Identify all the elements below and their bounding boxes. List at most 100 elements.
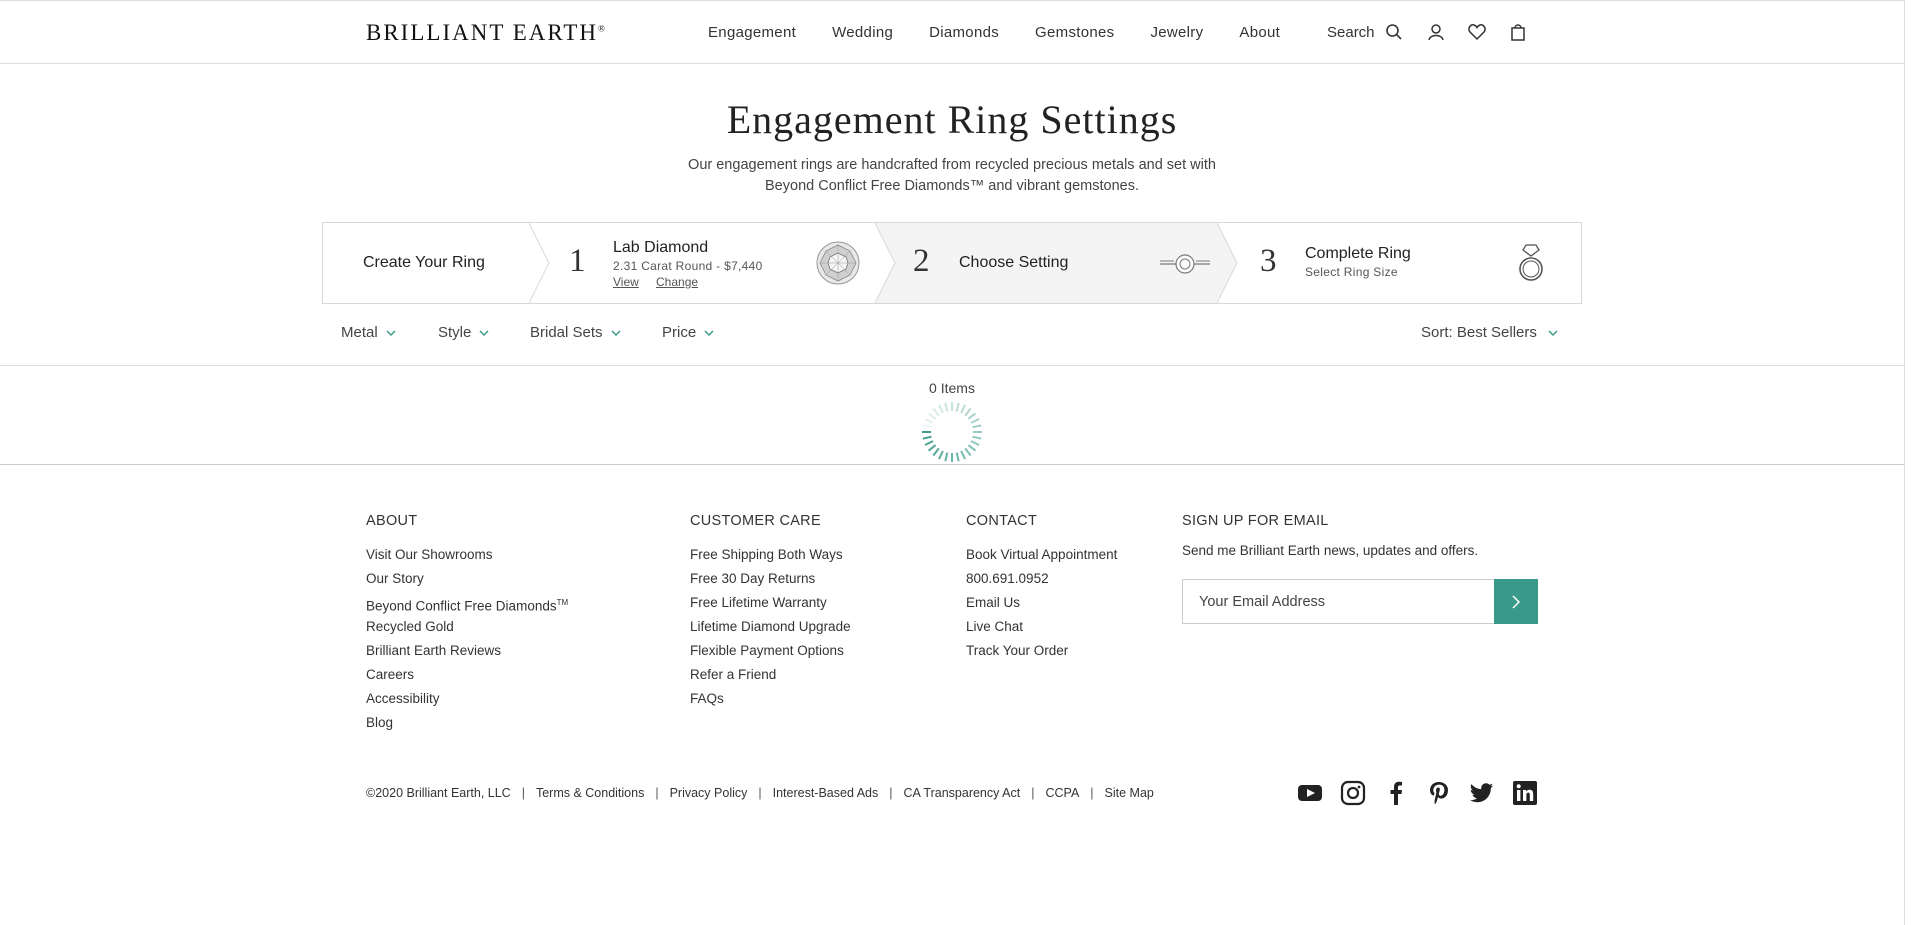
footer-link-returns[interactable]: Free 30 Day Returns xyxy=(690,567,851,591)
loading-spinner-icon xyxy=(922,402,982,462)
footer-link-blog[interactable]: Blog xyxy=(366,711,568,735)
step-3-subtitle: Select Ring Size xyxy=(1305,265,1398,279)
bridal-sets-filter[interactable]: Bridal Sets xyxy=(530,324,622,341)
step-1-subtitle: 2.31 Carat Round - $7,440 xyxy=(613,259,763,273)
nav-diamonds[interactable]: Diamonds xyxy=(929,24,999,41)
metal-filter[interactable]: Metal xyxy=(341,324,397,341)
step-divider xyxy=(1217,223,1238,303)
legal-separator: | xyxy=(1031,786,1035,800)
page-title: Engagement Ring Settings xyxy=(726,97,1178,142)
nav-about[interactable]: About xyxy=(1239,24,1280,41)
ring-setting-icon xyxy=(1160,254,1210,274)
footer-email-heading: SIGN UP FOR EMAIL xyxy=(1182,513,1329,529)
create-your-ring-label: Create Your Ring xyxy=(363,254,485,271)
pinterest-icon[interactable] xyxy=(1426,780,1452,806)
bridal-sets-filter-label: Bridal Sets xyxy=(530,324,603,341)
facebook-icon[interactable] xyxy=(1383,780,1409,806)
search-label[interactable]: Search xyxy=(1327,24,1375,41)
footer-link-track-order[interactable]: Track Your Order xyxy=(966,639,1117,663)
footer-contact-heading: CONTACT xyxy=(966,513,1038,529)
nav-wedding[interactable]: Wedding xyxy=(832,24,893,41)
footer-contact-column: CONTACT Book Virtual Appointment 800.691… xyxy=(966,513,1117,663)
chevron-down-icon xyxy=(611,329,621,336)
footer-link-email-us[interactable]: Email Us xyxy=(966,591,1117,615)
logo-registered-mark: ® xyxy=(597,23,605,34)
footer-link-faqs[interactable]: FAQs xyxy=(690,687,851,711)
footer-link-beyond-conflict-free[interactable]: Beyond Conflict Free DiamondsTM xyxy=(366,591,568,615)
footer-link-payment-options[interactable]: Flexible Payment Options xyxy=(690,639,851,663)
style-filter[interactable]: Style xyxy=(438,324,490,341)
legal-links: ©2020 Brilliant Earth, LLC | Terms & Cond… xyxy=(366,786,1154,800)
page-subtitle: Our engagement rings are handcrafted fro… xyxy=(0,155,1904,197)
diamond-icon xyxy=(816,241,860,285)
footer-link-recycled-gold[interactable]: Recycled Gold xyxy=(366,615,568,639)
chevron-right-icon xyxy=(1512,594,1521,609)
main-nav: Engagement Wedding Diamonds Gemstones Je… xyxy=(708,24,1316,41)
footer-link-refer-friend[interactable]: Refer a Friend xyxy=(690,663,851,687)
step-3-number: 3 xyxy=(1260,243,1277,279)
footer-customer-care-column: CUSTOMER CARE Free Shipping Both Ways Fr… xyxy=(690,513,851,711)
ccpa-link[interactable]: CCPA xyxy=(1045,786,1079,800)
step-1-title: Lab Diamond xyxy=(613,239,709,256)
metal-filter-label: Metal xyxy=(341,324,378,341)
filter-bar: Metal Style Bridal Sets Price Sort: Best… xyxy=(0,318,1904,366)
subtitle-line-1: Our engagement rings are handcrafted fro… xyxy=(688,157,1216,173)
shopping-bag-icon[interactable] xyxy=(1508,22,1528,42)
footer-link-careers[interactable]: Careers xyxy=(366,663,568,687)
step-divider xyxy=(529,223,550,303)
subtitle-line-2: Beyond Conflict Free Diamonds™ and vibra… xyxy=(765,178,1139,194)
linkedin-icon[interactable] xyxy=(1512,780,1538,806)
style-filter-label: Style xyxy=(438,324,472,341)
footer-link-free-shipping[interactable]: Free Shipping Both Ways xyxy=(690,543,851,567)
email-signup-text: Send me Brilliant Earth news, updates an… xyxy=(1182,543,1479,558)
logo-text: BRILLIANT EARTH xyxy=(366,20,598,45)
brand-logo[interactable]: BRILLIANT EARTH® xyxy=(366,20,605,46)
footer-link-live-chat[interactable]: Live Chat xyxy=(966,615,1117,639)
footer-link-phone[interactable]: 800.691.0952 xyxy=(966,567,1117,591)
twitter-icon[interactable] xyxy=(1469,780,1495,806)
view-diamond-link[interactable]: View xyxy=(613,275,639,289)
legal-separator: | xyxy=(1090,786,1094,800)
privacy-link[interactable]: Privacy Policy xyxy=(670,786,748,800)
change-diamond-link[interactable]: Change xyxy=(656,275,698,289)
email-submit-button[interactable] xyxy=(1494,579,1538,624)
footer-link-diamond-upgrade[interactable]: Lifetime Diamond Upgrade xyxy=(690,615,851,639)
footer-link-beyond-conflict-free-label: Beyond Conflict Free Diamonds xyxy=(366,598,557,614)
interest-ads-link[interactable]: Interest-Based Ads xyxy=(773,786,879,800)
nav-engagement[interactable]: Engagement xyxy=(708,24,796,41)
trademark-mark: TM xyxy=(556,598,569,607)
heart-icon[interactable] xyxy=(1467,22,1487,42)
footer-link-our-story[interactable]: Our Story xyxy=(366,567,568,591)
email-input[interactable] xyxy=(1183,580,1483,623)
site-map-link[interactable]: Site Map xyxy=(1105,786,1154,800)
footer-link-book-appointment[interactable]: Book Virtual Appointment xyxy=(966,543,1117,567)
footer-about-column: ABOUT Visit Our Showrooms Our Story Beyo… xyxy=(366,513,568,735)
footer-email-column: SIGN UP FOR EMAIL Send me Brilliant Eart… xyxy=(1182,513,1478,558)
account-icon[interactable] xyxy=(1426,22,1446,42)
search-icon[interactable] xyxy=(1384,22,1404,42)
legal-separator: | xyxy=(655,786,659,800)
price-filter-label: Price xyxy=(662,324,697,341)
footer-link-showrooms[interactable]: Visit Our Showrooms xyxy=(366,543,568,567)
step-divider xyxy=(875,223,896,303)
ca-transparency-link[interactable]: CA Transparency Act xyxy=(904,786,1021,800)
nav-jewelry[interactable]: Jewelry xyxy=(1150,24,1203,41)
youtube-icon[interactable] xyxy=(1297,780,1323,806)
copyright-text: ©2020 Brilliant Earth, LLC xyxy=(366,786,511,800)
legal-separator: | xyxy=(521,786,525,800)
footer-link-reviews[interactable]: Brilliant Earth Reviews xyxy=(366,639,568,663)
footer-link-warranty[interactable]: Free Lifetime Warranty xyxy=(690,591,851,615)
sort-dropdown[interactable]: Sort: Best Sellers xyxy=(1421,324,1559,341)
terms-link[interactable]: Terms & Conditions xyxy=(536,786,644,800)
chevron-down-icon xyxy=(386,329,396,336)
instagram-icon[interactable] xyxy=(1340,780,1366,806)
footer-divider xyxy=(0,464,1904,465)
footer-about-heading: ABOUT xyxy=(366,513,418,529)
ring-icon xyxy=(1519,244,1543,281)
footer-care-heading: CUSTOMER CARE xyxy=(690,513,821,529)
nav-gemstones[interactable]: Gemstones xyxy=(1035,24,1114,41)
footer-link-accessibility[interactable]: Accessibility xyxy=(366,687,568,711)
legal-separator: | xyxy=(758,786,762,800)
price-filter[interactable]: Price xyxy=(662,324,715,341)
vertical-scrollbar[interactable] xyxy=(1904,0,1920,925)
